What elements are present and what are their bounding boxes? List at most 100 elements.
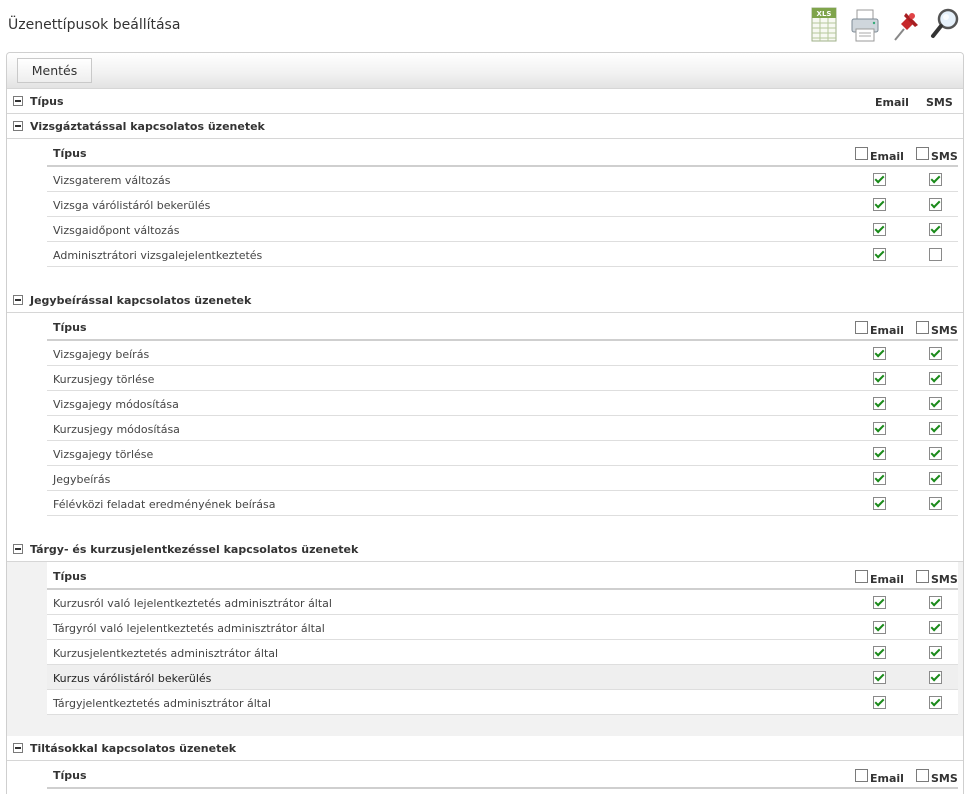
email-select-all-checkbox[interactable] bbox=[855, 769, 868, 782]
group-title: Jegybeírással kapcsolatos üzenetek bbox=[30, 294, 252, 307]
sms-checkbox[interactable] bbox=[929, 198, 942, 211]
table-row: Félévközi feladat eredményének beírása bbox=[47, 491, 958, 516]
table-row: Vizsga várólistáról bekerülés bbox=[47, 192, 958, 217]
table-row: Kurzusjegy törlése bbox=[47, 366, 958, 391]
message-type-label: Kurzusjegy törlése bbox=[53, 373, 155, 386]
pin-icon[interactable] bbox=[889, 4, 921, 46]
email-checkbox[interactable] bbox=[873, 347, 886, 360]
sms-checkbox[interactable] bbox=[929, 596, 942, 609]
sms-select-all-checkbox[interactable] bbox=[916, 147, 929, 160]
panel-toolbar: Mentés bbox=[7, 53, 963, 89]
sms-checkbox[interactable] bbox=[929, 497, 942, 510]
group-header: Vizsgáztatással kapcsolatos üzenetek bbox=[7, 114, 963, 139]
group-body: Típus Email SMS Kurzusról való lejelentkezt… bbox=[7, 562, 963, 736]
sms-checkbox[interactable] bbox=[929, 696, 942, 709]
email-checkbox[interactable] bbox=[873, 223, 886, 236]
group-header: Tárgy- és kurzusjelentkezéssel kapcsolat… bbox=[7, 537, 963, 562]
sms-checkbox[interactable] bbox=[929, 422, 942, 435]
group-title: Tiltásokkal kapcsolatos üzenetek bbox=[30, 742, 237, 755]
sms-checkbox[interactable] bbox=[929, 621, 942, 634]
sms-checkbox[interactable] bbox=[929, 347, 942, 360]
table-row: Kurzusról való lejelentkeztetés adminisz… bbox=[47, 590, 958, 615]
collapse-group-icon[interactable] bbox=[13, 121, 23, 131]
table-row: Tárgyjelentkeztetés adminisztrátor által bbox=[47, 690, 958, 715]
email-checkbox[interactable] bbox=[873, 173, 886, 186]
sms-checkbox[interactable] bbox=[929, 372, 942, 385]
email-select-all-checkbox[interactable] bbox=[855, 147, 868, 160]
email-checkbox[interactable] bbox=[873, 248, 886, 261]
table-row: Tárgyról való lejelentkeztetés adminiszt… bbox=[47, 615, 958, 640]
column-sms-label: SMS bbox=[931, 150, 958, 163]
sms-select-all-checkbox[interactable] bbox=[916, 321, 929, 334]
message-type-label: Tárgyjelentkeztetés adminisztrátor által bbox=[53, 697, 271, 710]
group-column-header: Típus Email SMS bbox=[47, 139, 958, 167]
table-header: Típus Email SMS bbox=[7, 89, 963, 114]
xls-label: XLS bbox=[817, 10, 832, 18]
table-row: Kurzusjegy módosítása bbox=[47, 416, 958, 441]
column-email-label: Email bbox=[870, 573, 904, 586]
collapse-group-icon[interactable] bbox=[13, 295, 23, 305]
message-type-label: Adminisztrátori vizsgalejelentkeztetés bbox=[53, 249, 263, 262]
sms-checkbox[interactable] bbox=[929, 173, 942, 186]
column-email-label: Email bbox=[870, 772, 904, 785]
group-table: Típus Email SMS Vizsgajegy beírás Kurzusjegy… bbox=[47, 313, 958, 516]
table-row: Kurzus várólistáról bekerülés bbox=[47, 665, 958, 690]
column-type-label: Típus bbox=[53, 769, 87, 782]
email-checkbox[interactable] bbox=[873, 447, 886, 460]
column-type-label: Típus bbox=[53, 321, 87, 334]
group-title: Tárgy- és kurzusjelentkezéssel kapcsolat… bbox=[30, 543, 359, 556]
group-table: Típus Email SMS bbox=[47, 761, 958, 789]
email-checkbox[interactable] bbox=[873, 671, 886, 684]
collapse-group-icon[interactable] bbox=[13, 544, 23, 554]
email-select-all-checkbox[interactable] bbox=[855, 570, 868, 583]
email-checkbox[interactable] bbox=[873, 596, 886, 609]
message-type-label: Tárgyról való lejelentkeztetés adminiszt… bbox=[53, 622, 325, 635]
email-checkbox[interactable] bbox=[873, 497, 886, 510]
table-header-sms: SMS bbox=[926, 96, 953, 109]
sms-select-all-checkbox[interactable] bbox=[916, 769, 929, 782]
column-sms-label: SMS bbox=[931, 772, 958, 785]
email-select-all-checkbox[interactable] bbox=[855, 321, 868, 334]
column-email-label: Email bbox=[870, 150, 904, 163]
table-row: Kurzusjelentkeztetés adminisztrátor álta… bbox=[47, 640, 958, 665]
collapse-group-icon[interactable] bbox=[13, 743, 23, 753]
sms-checkbox[interactable] bbox=[929, 447, 942, 460]
email-checkbox[interactable] bbox=[873, 198, 886, 211]
email-checkbox[interactable] bbox=[873, 472, 886, 485]
save-button[interactable]: Mentés bbox=[17, 58, 92, 83]
email-checkbox[interactable] bbox=[873, 422, 886, 435]
sms-checkbox[interactable] bbox=[929, 472, 942, 485]
message-type-label: Kurzusjelentkeztetés adminisztrátor álta… bbox=[53, 647, 279, 660]
message-type-label: Vizsgajegy beírás bbox=[53, 348, 150, 361]
sms-select-all-checkbox[interactable] bbox=[916, 570, 929, 583]
table-row: Vizsgajegy módosítása bbox=[47, 391, 958, 416]
message-type-label: Jegybeírás bbox=[53, 473, 111, 486]
table-row: Vizsgaidőpont változás bbox=[47, 217, 958, 242]
table-header-type: Típus bbox=[30, 95, 64, 108]
group-column-header: Típus Email SMS bbox=[47, 313, 958, 341]
table-row: Vizsgajegy törlése bbox=[47, 441, 958, 466]
sms-checkbox[interactable] bbox=[929, 671, 942, 684]
excel-export-icon[interactable]: XLS bbox=[809, 4, 841, 46]
message-type-label: Kurzus várólistáról bekerülés bbox=[53, 672, 212, 685]
email-checkbox[interactable] bbox=[873, 372, 886, 385]
email-checkbox[interactable] bbox=[873, 397, 886, 410]
print-icon[interactable] bbox=[849, 4, 881, 46]
sms-checkbox[interactable] bbox=[929, 397, 942, 410]
sms-checkbox[interactable] bbox=[929, 223, 942, 236]
email-checkbox[interactable] bbox=[873, 646, 886, 659]
sms-checkbox[interactable] bbox=[929, 248, 942, 261]
group-table: Típus Email SMS Kurzusról való lejelentkezt… bbox=[47, 562, 958, 715]
collapse-all-icon[interactable] bbox=[13, 96, 23, 106]
sms-checkbox[interactable] bbox=[929, 646, 942, 659]
message-type-label: Kurzusjegy módosítása bbox=[53, 423, 180, 436]
email-checkbox[interactable] bbox=[873, 621, 886, 634]
message-type-label: Vizsgajegy módosítása bbox=[53, 398, 179, 411]
group-table: Típus Email SMS Vizsgaterem változás Vizsga … bbox=[47, 139, 958, 267]
table-row: Vizsgaterem változás bbox=[47, 167, 958, 192]
group-title: Vizsgáztatással kapcsolatos üzenetek bbox=[30, 120, 265, 133]
message-type-label: Vizsgaidőpont változás bbox=[53, 224, 180, 237]
group-body: Típus Email SMS bbox=[7, 761, 963, 789]
search-icon[interactable] bbox=[929, 4, 961, 46]
email-checkbox[interactable] bbox=[873, 696, 886, 709]
